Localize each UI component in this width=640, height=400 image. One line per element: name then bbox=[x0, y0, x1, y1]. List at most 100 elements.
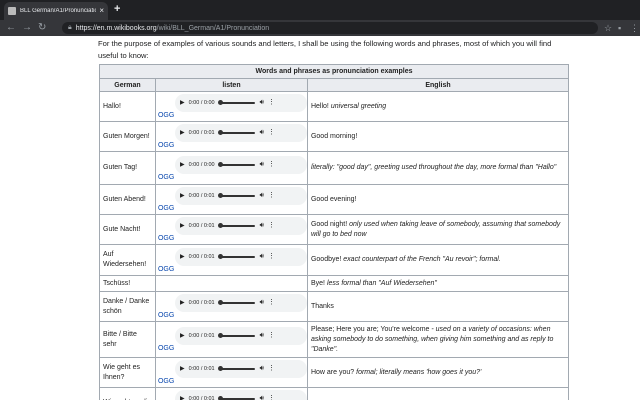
volume-icon[interactable]: 🔊︎ bbox=[260, 364, 264, 374]
ogg-link[interactable]: OGG bbox=[158, 205, 307, 214]
audio-time: 0:00 / 0:01 bbox=[188, 396, 215, 400]
audio-player[interactable]: ▶ 0:00 / 0:01 🔊︎ ⋮ bbox=[174, 294, 307, 312]
volume-icon[interactable]: 🔊︎ bbox=[260, 252, 264, 262]
audio-time: 0:00 / 0:01 bbox=[188, 193, 215, 199]
more-options-icon[interactable]: ⋮ bbox=[268, 98, 275, 108]
seek-knob[interactable] bbox=[217, 253, 223, 259]
ogg-link[interactable]: OGG bbox=[158, 312, 307, 321]
volume-icon[interactable]: 🔊︎ bbox=[260, 128, 264, 138]
forward-icon[interactable]: → bbox=[22, 21, 32, 35]
tab-title: BLL German/A1/Pronunciation bbox=[20, 8, 97, 14]
english-note: only used when taking leave of somebody,… bbox=[310, 220, 561, 238]
english-translation: Good morning! bbox=[306, 121, 570, 152]
play-icon[interactable]: ▶ bbox=[180, 364, 185, 374]
address-bar[interactable]: 🔒︎ https://en.m.wikibooks.org /wiki/BLL_… bbox=[62, 22, 598, 34]
seek-slider[interactable] bbox=[217, 161, 255, 167]
play-icon[interactable]: ▶ bbox=[180, 191, 185, 201]
more-options-icon[interactable]: ⋮ bbox=[268, 252, 275, 262]
play-icon[interactable]: ▶ bbox=[180, 394, 185, 400]
volume-icon[interactable]: 🔊︎ bbox=[260, 298, 264, 308]
seek-slider[interactable] bbox=[217, 253, 255, 259]
star-icon[interactable]: ☆ bbox=[604, 22, 612, 34]
seek-slider[interactable] bbox=[217, 100, 255, 105]
audio-player[interactable]: ▶ 0:00 / 0:01 🔊︎ ⋮ bbox=[174, 247, 307, 266]
more-options-icon[interactable]: ⋮ bbox=[268, 160, 275, 170]
seek-knob[interactable] bbox=[217, 193, 223, 198]
close-tab-icon[interactable]: × bbox=[99, 7, 104, 15]
more-options-icon[interactable]: ⋮ bbox=[268, 331, 275, 341]
seek-slider[interactable] bbox=[217, 223, 255, 228]
ogg-link[interactable]: OGG bbox=[158, 174, 307, 183]
volume-icon[interactable]: 🔊︎ bbox=[260, 221, 264, 231]
listen-cell: ▶0:00 / 0:01 🔊︎ ⋮ OGG bbox=[154, 214, 308, 245]
seek-knob[interactable] bbox=[217, 223, 223, 228]
english-note: exact counterpart of the French "Au revo… bbox=[343, 256, 501, 263]
more-options-icon[interactable]: ⋮ bbox=[268, 191, 275, 201]
table-row: Wie geht es dir▶0:00 / 0:01🔊︎⋮OGG bbox=[99, 387, 570, 400]
audio-player[interactable]: ▶ 0:00 / 0:00 🔊︎ ⋮ bbox=[174, 155, 307, 174]
seek-slider[interactable] bbox=[217, 130, 255, 135]
play-icon[interactable]: ▶ bbox=[180, 331, 185, 341]
url-host: https://en.m.wikibooks.org bbox=[75, 24, 157, 32]
browser-tab[interactable]: BLL German/A1/Pronunciation × bbox=[4, 2, 108, 20]
more-options-icon[interactable]: ⋮ bbox=[268, 128, 275, 138]
english-phrase: Hello! bbox=[310, 102, 329, 110]
german-phrase: Hallo! bbox=[99, 91, 156, 122]
more-options-icon[interactable]: ⋮ bbox=[268, 221, 275, 231]
audio-time: 0:00 / 0:01 bbox=[188, 300, 215, 306]
seek-slider[interactable] bbox=[217, 333, 255, 338]
ogg-link[interactable]: OGG bbox=[158, 112, 307, 121]
audio-player[interactable]: ▶ 0:00 / 0:00 🔊︎ ⋮ bbox=[174, 94, 307, 112]
seek-slider[interactable] bbox=[217, 193, 255, 198]
audio-player[interactable]: ▶ 0:00 / 0:01 🔊︎ ⋮ bbox=[174, 124, 307, 142]
english-phrase: Bye! bbox=[310, 279, 325, 287]
reload-icon[interactable]: ↻ bbox=[38, 21, 46, 35]
seek-knob[interactable] bbox=[217, 100, 223, 105]
play-icon[interactable]: ▶ bbox=[180, 160, 185, 170]
table-row: Danke / Danke schön ▶ 0:00 / 0:01 🔊︎ ⋮ OGG Tha… bbox=[99, 291, 570, 322]
audio-player[interactable]: ▶ 0:00 / 0:01 🔊︎ ⋮ bbox=[174, 187, 307, 205]
seek-knob[interactable] bbox=[217, 300, 223, 305]
lock-icon: 🔒︎ bbox=[68, 24, 72, 31]
ogg-link[interactable]: OGG bbox=[158, 378, 307, 387]
more-options-icon[interactable]: ⋮ bbox=[268, 394, 275, 400]
browser-menu-icon[interactable]: ⋮ bbox=[630, 22, 639, 34]
listen-cell: ▶ 0:00 / 0:00 🔊︎ ⋮ OGG bbox=[154, 151, 308, 185]
extension-icon[interactable]: ▪ bbox=[618, 22, 621, 34]
play-icon[interactable]: ▶ bbox=[180, 298, 185, 308]
more-options-icon[interactable]: ⋮ bbox=[268, 298, 275, 308]
more-options-icon[interactable]: ⋮ bbox=[268, 364, 275, 374]
play-icon[interactable]: ▶ bbox=[180, 221, 185, 231]
volume-icon[interactable]: 🔊︎ bbox=[260, 394, 264, 400]
play-icon[interactable]: ▶ bbox=[180, 128, 185, 138]
seek-slider[interactable] bbox=[217, 300, 255, 305]
audio-player[interactable]: ▶ 0:00 / 0:01 🔊︎ ⋮ bbox=[174, 217, 307, 235]
audio-player[interactable]: ▶ 0:00 / 0:01 🔊︎ ⋮ bbox=[174, 327, 307, 345]
ogg-link[interactable]: OGG bbox=[158, 345, 307, 354]
play-icon[interactable]: ▶ bbox=[180, 98, 185, 108]
header-listen: listen bbox=[154, 78, 308, 92]
ogg-link[interactable]: OGG bbox=[158, 266, 307, 275]
listen-cell bbox=[154, 275, 308, 292]
english-translation: Please; Here you are; You're welcome - u… bbox=[306, 321, 570, 358]
german-phrase: Guten Morgen! bbox=[99, 121, 156, 152]
seek-slider[interactable] bbox=[217, 366, 255, 371]
seek-knob[interactable] bbox=[217, 130, 223, 135]
seek-knob[interactable] bbox=[217, 366, 223, 371]
ogg-link[interactable]: OGG bbox=[158, 142, 307, 151]
seek-knob[interactable] bbox=[217, 161, 223, 167]
new-tab-button[interactable]: + bbox=[114, 3, 120, 15]
volume-icon[interactable]: 🔊︎ bbox=[260, 160, 264, 170]
listen-cell: ▶0:00 / 0:01 🔊︎ ⋮ OGG bbox=[154, 184, 308, 215]
volume-icon[interactable]: 🔊︎ bbox=[260, 98, 264, 108]
page-content: For the purpose of examples of various s… bbox=[0, 36, 640, 400]
volume-icon[interactable]: 🔊︎ bbox=[260, 191, 264, 201]
volume-icon[interactable]: 🔊︎ bbox=[260, 331, 264, 341]
seek-knob[interactable] bbox=[217, 333, 223, 338]
audio-player[interactable]: ▶ 0:00 / 0:01 🔊︎ ⋮ bbox=[174, 360, 307, 378]
ogg-link[interactable]: OGG bbox=[158, 235, 307, 244]
play-icon[interactable]: ▶ bbox=[180, 252, 185, 262]
seek-knob[interactable] bbox=[217, 396, 223, 400]
audio-player[interactable]: ▶ 0:00 / 0:01 🔊︎ ⋮ bbox=[174, 390, 307, 400]
back-icon[interactable]: ← bbox=[6, 21, 16, 35]
